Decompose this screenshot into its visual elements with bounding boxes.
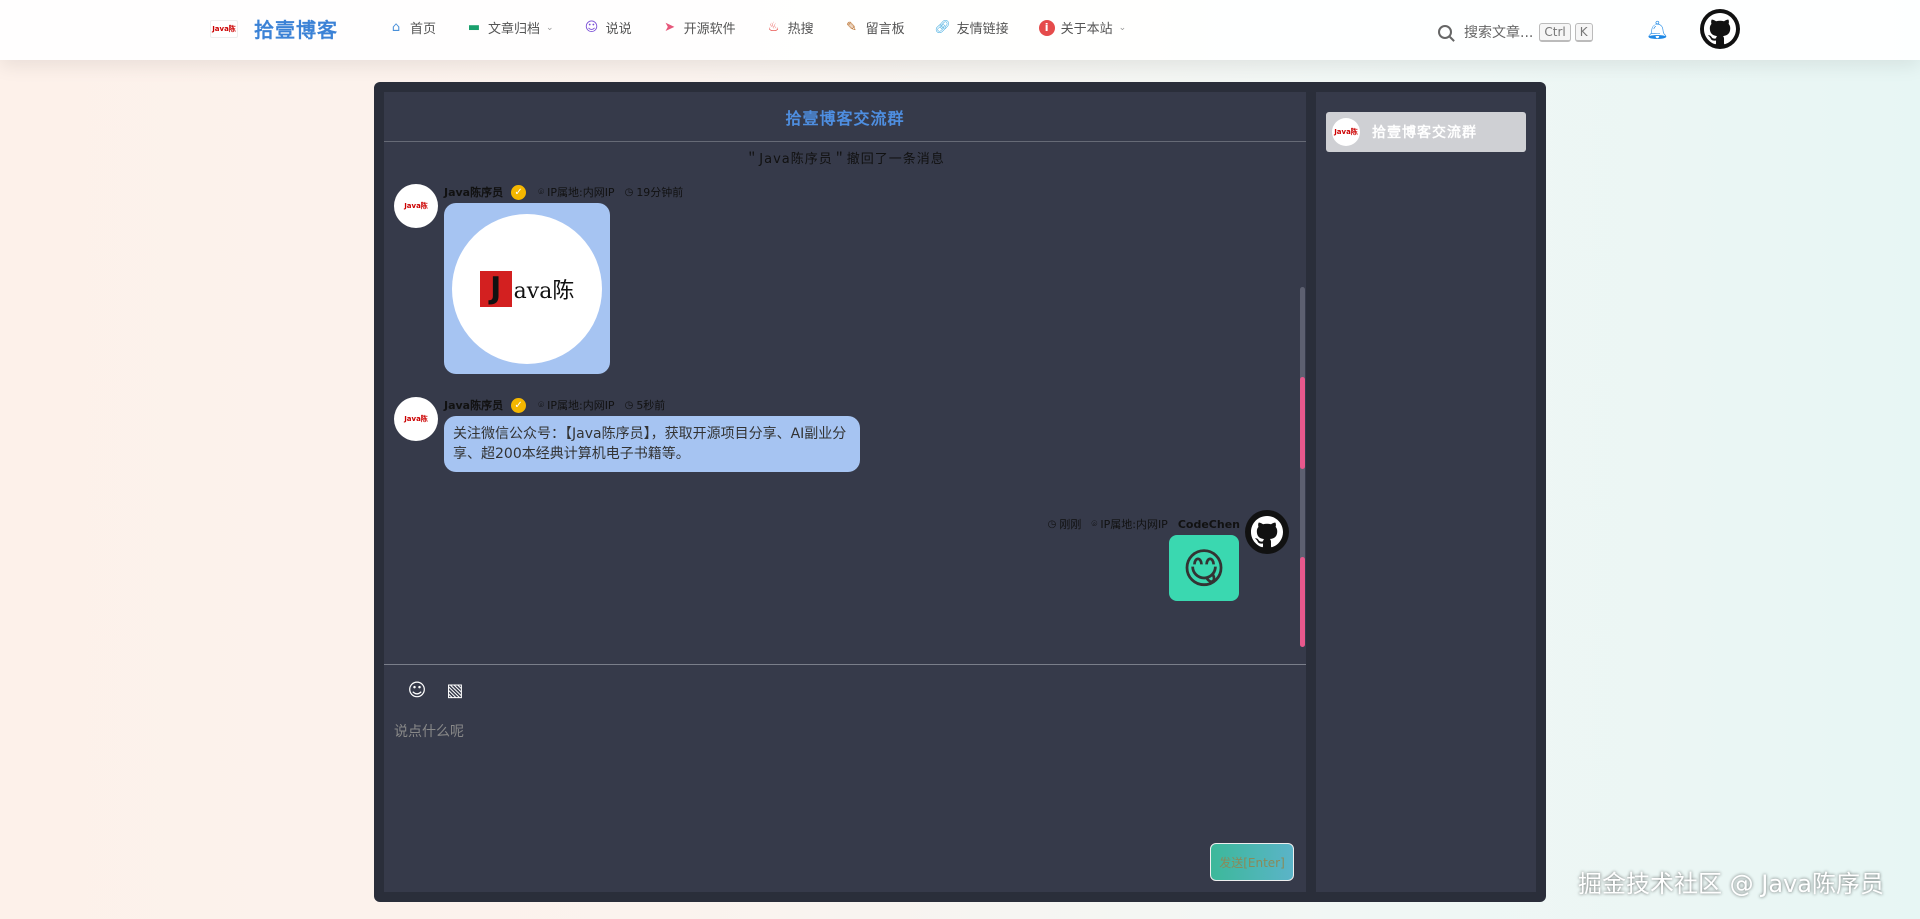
paper-plane-icon: ➤ <box>664 20 676 35</box>
scrollbar-thumb[interactable] <box>1300 557 1305 647</box>
nav-moments[interactable]: ☺ 说说 <box>584 18 632 37</box>
emoji-icon: ☺ <box>407 679 427 701</box>
bell-icon[interactable]: 🔔︎ <box>1646 20 1669 41</box>
nav-open-source[interactable]: ➤ 开源软件 <box>662 18 735 37</box>
image-content: J ava陈 <box>452 213 602 364</box>
search-trigger[interactable]: 搜索文章... Ctrl K <box>1438 22 1593 42</box>
sender-name: Java陈序员 <box>444 399 504 412</box>
group-item-active[interactable]: Java陈 拾壹博客交流群 <box>1326 112 1526 152</box>
avatar[interactable]: Java陈 <box>394 397 438 441</box>
message-time: 19分钟前 <box>636 186 684 199</box>
sender-name: Java陈序员 <box>444 186 504 199</box>
search-placeholder: 搜索文章... <box>1464 25 1534 41</box>
github-icon <box>1251 516 1283 548</box>
kbd-ctrl: Ctrl <box>1539 22 1571 42</box>
brand[interactable]: Java陈 拾壹博客 <box>210 14 338 43</box>
message-scrollbar[interactable] <box>1300 287 1305 647</box>
chevron-down-icon: ⌄ <box>546 22 554 33</box>
avatar-logo: Java陈 <box>404 202 428 210</box>
avatar-logo: Java陈 <box>404 415 428 423</box>
location-icon: ⌾ <box>1091 518 1098 530</box>
message-item-self: ◷ 刚刚 ⌾ IP属地:内网IP CodeChen 😋 <box>384 510 1306 606</box>
message-board-icon: ✎ <box>846 20 858 35</box>
ip-location: IP属地:内网IP <box>547 399 615 412</box>
group-avatar: Java陈 <box>1332 118 1360 146</box>
chat-title: 拾壹博客交流群 <box>384 92 1306 142</box>
clock-icon: ◷ <box>624 186 634 198</box>
nav-friend-links[interactable]: 🔗︎ 友情链接 <box>934 18 1008 37</box>
message-meta: Java陈序员 ✓ ⌾ IP属地:内网IP ◷ 5秒前 <box>444 397 665 413</box>
verified-icon: ✓ <box>511 397 527 413</box>
top-navbar: Java陈 拾壹博客 ⌂ 首页 ▬ 文章归档 ⌄ ☺ 说说 ➤ 开源软件 ♨ 热… <box>0 0 1920 60</box>
message-time: 5秒前 <box>636 399 666 412</box>
github-icon <box>1704 13 1736 45</box>
chat-window: 拾壹博客交流群 ＂Java陈序员＂撤回了一条消息 Java陈 Java陈序员 ✓… <box>374 82 1546 902</box>
nav-home[interactable]: ⌂ 首页 <box>388 18 436 37</box>
message-item: Java陈 Java陈序员 ✓ ⌾ IP属地:内网IP ◷ 19分钟前 J av… <box>384 172 1306 374</box>
group-sidebar: Java陈 拾壹博客交流群 <box>1316 92 1536 892</box>
message-meta: ◷ 刚刚 ⌾ IP属地:内网IP CodeChen <box>1048 516 1240 532</box>
avatar[interactable] <box>1245 510 1289 554</box>
message-item: Java陈 Java陈序员 ✓ ⌾ IP属地:内网IP ◷ 5秒前 关注微信公众… <box>384 397 1306 487</box>
sender-name: CodeChen <box>1177 517 1240 531</box>
link-icon: 🔗︎ <box>934 20 951 35</box>
user-avatar[interactable] <box>1700 9 1740 49</box>
message-composer: ☺ ▧ 发送[Enter] <box>384 664 1306 892</box>
chat-icon: ☺ <box>584 20 599 35</box>
brand-title: 拾壹博客 <box>254 18 338 42</box>
clock-icon: ◷ <box>624 399 634 411</box>
chevron-down-icon: ⌄ <box>1118 22 1127 33</box>
java-chen-logo: J ava陈 <box>479 270 574 307</box>
avatar[interactable]: Java陈 <box>394 184 438 228</box>
search-icon <box>1438 25 1452 39</box>
kbd-k: K <box>1574 22 1593 42</box>
message-list[interactable]: Java陈 Java陈序员 ✓ ⌾ IP属地:内网IP ◷ 19分钟前 J av… <box>384 172 1306 672</box>
image-upload-button[interactable]: ▧ <box>444 679 466 701</box>
message-time: 刚刚 <box>1059 518 1082 531</box>
home-icon: ⌂ <box>391 20 401 35</box>
emoji-button[interactable]: ☺ <box>406 679 428 701</box>
text-message[interactable]: 关注微信公众号：【Java陈序员】，获取开源项目分享、AI副业分享、超200本经… <box>444 416 860 472</box>
ip-location: IP属地:内网IP <box>1100 518 1168 531</box>
scrollbar-thumb[interactable] <box>1300 377 1305 469</box>
send-button[interactable]: 发送[Enter] <box>1210 843 1294 881</box>
chat-main-panel: 拾壹博客交流群 ＂Java陈序员＂撤回了一条消息 Java陈 Java陈序员 ✓… <box>384 92 1306 892</box>
verified-icon: ✓ <box>511 184 527 200</box>
nav-about[interactable]: i 关于本站 ⌄ <box>1038 18 1127 37</box>
nav-message-board[interactable]: ✎ 留言板 <box>844 18 904 37</box>
ip-location: IP属地:内网IP <box>547 186 615 199</box>
message-meta: Java陈序员 ✓ ⌾ IP属地:内网IP ◷ 19分钟前 <box>444 184 683 200</box>
flame-icon: ♨ <box>767 20 780 35</box>
clock-icon: ◷ <box>1047 518 1057 530</box>
group-name: 拾壹博客交流群 <box>1372 125 1477 141</box>
location-icon: ⌾ <box>538 399 545 411</box>
recall-notice: ＂Java陈序员＂撤回了一条消息 <box>745 152 945 167</box>
info-icon: i <box>1038 19 1055 36</box>
archive-icon: ▬ <box>467 20 481 35</box>
watermark: 掘金技术社区 @ Java陈序员 <box>1578 870 1884 898</box>
nav-archive[interactable]: ▬ 文章归档 ⌄ <box>466 18 554 37</box>
main-nav: ⌂ 首页 ▬ 文章归档 ⌄ ☺ 说说 ➤ 开源软件 ♨ 热搜 ✎ 留言板 🔗︎ … <box>388 18 1156 37</box>
image-icon: ▧ <box>446 679 464 701</box>
location-icon: ⌾ <box>538 186 545 198</box>
message-input[interactable] <box>394 721 1294 841</box>
brand-logo: Java陈 <box>210 19 238 38</box>
nav-hot[interactable]: ♨ 热搜 <box>766 18 814 37</box>
image-message[interactable]: J ava陈 <box>444 203 610 374</box>
sticker-message[interactable]: 😋 <box>1169 535 1239 601</box>
